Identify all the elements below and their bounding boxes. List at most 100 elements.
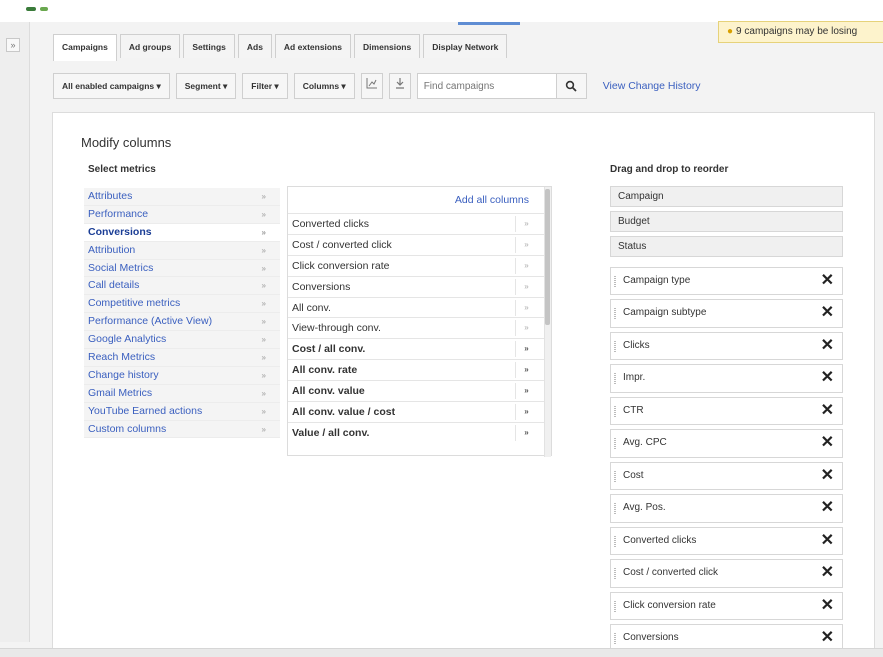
chevron-right-icon: » bbox=[261, 335, 266, 345]
add-metric-icon[interactable]: » bbox=[515, 341, 537, 358]
draggable-column[interactable]: CTR ✕ bbox=[610, 396, 843, 426]
active-indicator bbox=[458, 22, 520, 25]
metric-item[interactable]: All conv. value» bbox=[288, 380, 551, 401]
category-item[interactable]: Change history» bbox=[84, 366, 280, 385]
tab-campaigns[interactable]: Campaigns bbox=[53, 34, 117, 61]
drag-handle-icon[interactable] bbox=[614, 503, 616, 515]
remove-column-icon[interactable]: ✕ bbox=[821, 463, 834, 489]
category-item[interactable]: Performance» bbox=[84, 205, 280, 224]
draggable-column[interactable]: Campaign type ✕ bbox=[610, 267, 843, 296]
drag-handle-icon[interactable] bbox=[614, 276, 616, 287]
metric-item[interactable]: Value / all conv.» bbox=[288, 421, 551, 443]
search-icon[interactable] bbox=[556, 73, 587, 99]
drag-handle-icon[interactable] bbox=[614, 600, 616, 612]
drag-handle-icon[interactable] bbox=[614, 340, 616, 352]
download-icon[interactable] bbox=[388, 73, 411, 99]
category-item[interactable]: Gmail Metrics» bbox=[84, 384, 280, 403]
filter-dropdown[interactable]: Filter ▾ bbox=[242, 73, 288, 99]
metric-item[interactable]: All conv. rate» bbox=[288, 359, 551, 380]
category-item[interactable]: Social Metrics» bbox=[84, 259, 280, 278]
category-item[interactable]: YouTube Earned actions» bbox=[84, 402, 280, 421]
campaign-filter-dropdown[interactable]: All enabled campaigns ▾ bbox=[53, 73, 170, 99]
segment-dropdown[interactable]: Segment ▾ bbox=[175, 73, 237, 99]
expand-sidebar-icon[interactable]: » bbox=[6, 38, 20, 52]
search-input[interactable] bbox=[416, 73, 557, 99]
drag-handle-icon[interactable] bbox=[614, 568, 616, 580]
draggable-column[interactable]: Cost ✕ bbox=[610, 461, 843, 491]
metrics-scrollbar[interactable] bbox=[544, 187, 551, 457]
remove-column-icon[interactable]: ✕ bbox=[821, 528, 834, 554]
remove-column-icon[interactable]: ✕ bbox=[821, 560, 834, 586]
metric-item[interactable]: All conv. value / cost» bbox=[288, 401, 551, 422]
drag-handle-icon[interactable] bbox=[614, 405, 616, 417]
add-metric-icon[interactable]: » bbox=[515, 424, 537, 441]
draggable-column[interactable]: Click conversion rate ✕ bbox=[610, 591, 843, 621]
category-item-selected[interactable]: Conversions» bbox=[84, 223, 280, 242]
remove-column-icon[interactable]: ✕ bbox=[821, 593, 834, 619]
category-item[interactable]: Custom columns» bbox=[84, 420, 280, 439]
footer-bar bbox=[0, 648, 883, 657]
drag-handle-icon[interactable] bbox=[614, 438, 616, 450]
metric-item[interactable]: Cost / converted click» bbox=[288, 233, 551, 255]
chevron-right-icon: » bbox=[261, 406, 266, 416]
add-metric-icon[interactable]: » bbox=[515, 362, 537, 379]
remove-column-icon[interactable]: ✕ bbox=[821, 365, 834, 391]
add-metric-icon[interactable]: » bbox=[515, 278, 537, 295]
drag-handle-icon[interactable] bbox=[614, 633, 616, 645]
remove-column-icon[interactable]: ✕ bbox=[821, 495, 834, 521]
fixed-column: Budget bbox=[610, 211, 843, 232]
drag-handle-icon[interactable] bbox=[614, 470, 616, 482]
drag-handle-icon[interactable] bbox=[614, 535, 616, 547]
tab-bar: Campaigns Ad groups Settings Ads Ad exte… bbox=[53, 34, 510, 61]
add-metric-icon[interactable]: » bbox=[515, 236, 537, 253]
remove-column-icon[interactable]: ✕ bbox=[821, 268, 834, 294]
draggable-column[interactable]: Avg. Pos. ✕ bbox=[610, 494, 843, 523]
metric-item[interactable]: Conversions» bbox=[288, 275, 551, 297]
metric-item[interactable]: View-through conv.» bbox=[288, 317, 551, 338]
view-change-history-link[interactable]: View Change History bbox=[603, 80, 701, 92]
tab-ads[interactable]: Ads bbox=[237, 34, 272, 58]
draggable-column[interactable]: Avg. CPC ✕ bbox=[610, 429, 843, 458]
category-item[interactable]: Reach Metrics» bbox=[84, 349, 280, 367]
tab-dimensions[interactable]: Dimensions bbox=[354, 34, 421, 58]
add-all-columns-link[interactable]: Add all columns bbox=[288, 187, 551, 213]
available-metrics-list: Add all columns Converted clicks» Cost /… bbox=[287, 186, 552, 457]
add-metric-icon[interactable]: » bbox=[515, 404, 537, 421]
add-metric-icon[interactable]: » bbox=[515, 320, 537, 337]
draggable-column[interactable]: Clicks ✕ bbox=[610, 331, 843, 361]
remove-column-icon[interactable]: ✕ bbox=[821, 430, 834, 456]
category-item[interactable]: Performance (Active View)» bbox=[84, 313, 280, 332]
add-metric-icon[interactable]: » bbox=[515, 216, 537, 232]
remove-column-icon[interactable]: ✕ bbox=[821, 398, 834, 424]
drag-handle-icon[interactable] bbox=[614, 373, 616, 385]
metric-item[interactable]: Converted clicks» bbox=[288, 213, 551, 234]
metric-item[interactable]: Cost / all conv.» bbox=[288, 338, 551, 359]
add-metric-icon[interactable]: » bbox=[515, 383, 537, 400]
scrollbar-thumb[interactable] bbox=[545, 189, 550, 325]
draggable-column[interactable]: Impr. ✕ bbox=[610, 364, 843, 393]
remove-column-icon[interactable]: ✕ bbox=[821, 300, 834, 326]
category-item[interactable]: Call details» bbox=[84, 277, 280, 296]
metric-item[interactable]: Click conversion rate» bbox=[288, 254, 551, 276]
tab-display-network[interactable]: Display Network bbox=[423, 34, 508, 58]
draggable-column[interactable]: Converted clicks ✕ bbox=[610, 526, 843, 556]
tab-ad-groups[interactable]: Ad groups bbox=[119, 34, 181, 58]
draggable-column[interactable]: Cost / converted click ✕ bbox=[610, 559, 843, 588]
add-metric-icon[interactable]: » bbox=[515, 299, 537, 316]
chart-toggle-icon[interactable] bbox=[360, 73, 383, 99]
add-metric-icon[interactable]: » bbox=[515, 257, 537, 274]
metric-item[interactable]: All conv.» bbox=[288, 296, 551, 318]
category-item[interactable]: Google Analytics» bbox=[84, 331, 280, 350]
category-item[interactable]: Attribution» bbox=[84, 241, 280, 260]
remove-column-icon[interactable]: ✕ bbox=[821, 333, 834, 359]
notification-banner[interactable]: ● 9 campaigns may be losing bbox=[718, 21, 883, 43]
columns-dropdown[interactable]: Columns ▾ bbox=[293, 73, 355, 99]
tab-settings[interactable]: Settings bbox=[183, 34, 235, 58]
tab-ad-extensions[interactable]: Ad extensions bbox=[274, 34, 352, 58]
draggable-column[interactable]: Campaign subtype ✕ bbox=[610, 299, 843, 328]
reorder-label: Drag and drop to reorder bbox=[610, 164, 729, 175]
logo-mark bbox=[26, 7, 36, 11]
category-item[interactable]: Attributes» bbox=[84, 188, 280, 206]
drag-handle-icon[interactable] bbox=[614, 308, 616, 320]
category-item[interactable]: Competitive metrics» bbox=[84, 295, 280, 314]
